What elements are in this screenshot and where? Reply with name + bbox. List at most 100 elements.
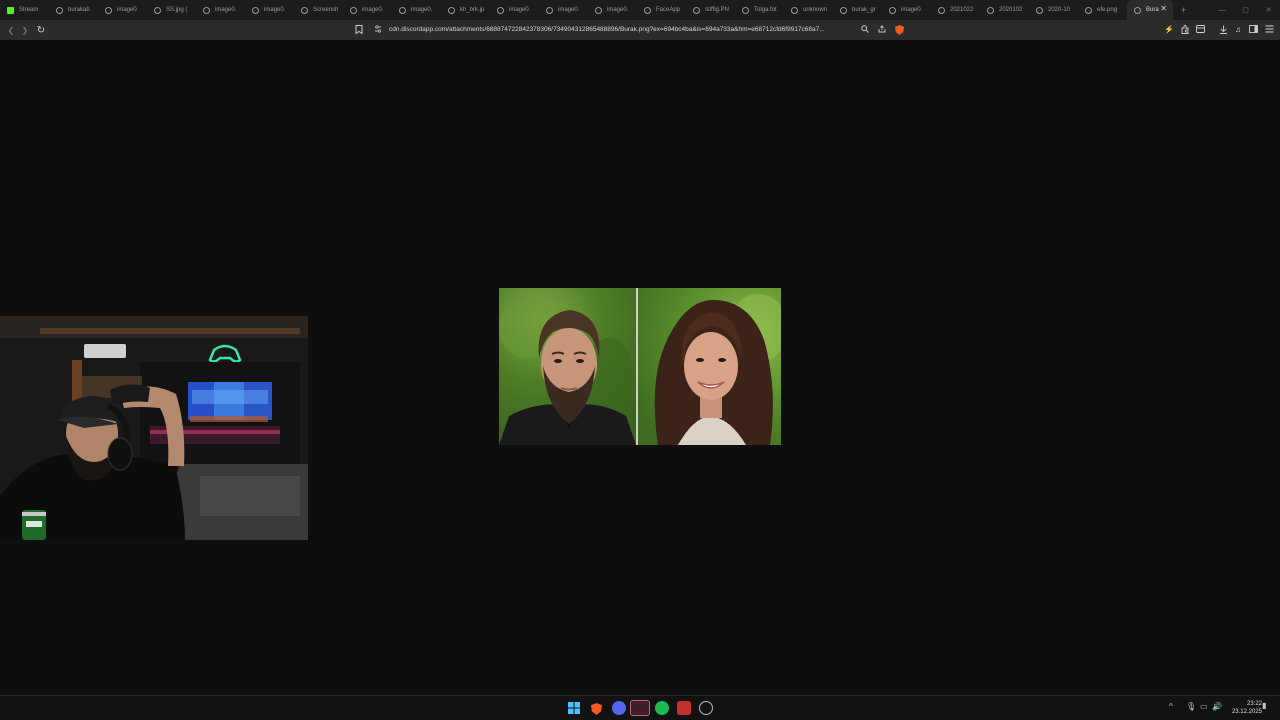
tab-5[interactable]: image0. — [245, 0, 294, 20]
tab-18[interactable]: image0. — [882, 0, 931, 20]
tab-close-button[interactable]: ✕ — [1160, 4, 1167, 13]
tab-2[interactable]: image0 — [98, 0, 147, 20]
share-icon[interactable] — [877, 24, 887, 34]
tab-11[interactable]: image0. — [539, 0, 588, 20]
tab-label: efe.png — [1097, 7, 1118, 13]
globe-icon — [448, 6, 455, 14]
tab-label: kh_brk.jp — [460, 7, 485, 13]
tab-label: image0. — [901, 7, 923, 13]
site-info-icon[interactable] — [373, 24, 383, 34]
tab-0[interactable]: Stream — [0, 0, 49, 20]
tab-label: 2020102 — [999, 7, 1023, 13]
system-clock[interactable]: 23:22 23.12.2025 — [1232, 700, 1262, 716]
zoom-icon[interactable] — [860, 24, 870, 34]
brave-shields-icon[interactable] — [895, 25, 904, 35]
media-icon[interactable]: ♫ — [1233, 24, 1243, 34]
maximize-button[interactable]: ▢ — [1234, 0, 1257, 20]
tab-label: burakab — [68, 7, 90, 13]
url-text[interactable]: cdn.discordapp.com/attachments/688874722… — [389, 26, 825, 33]
sidebar-icon[interactable] — [1248, 24, 1258, 34]
portrait-man — [499, 288, 636, 445]
tab-3[interactable]: SS.jpg ( — [147, 0, 196, 20]
displayed-image[interactable] — [499, 288, 781, 445]
tab-label: image0. — [215, 7, 237, 13]
taskbar: ^ 🎙 ▭ 🔊 23:22 23.12.2025 ▮ — [0, 695, 1280, 720]
browser-toolbar: ❮ ❯ ↻ cdn.discordapp.com/attachments/688… — [0, 20, 1280, 40]
tab-strip: Stream burakab image0 SS.jpg (image0. image0… — [0, 0, 1280, 20]
globe-icon — [889, 6, 896, 14]
stream-app-taskbar-icon[interactable] — [677, 701, 691, 715]
globe-icon — [644, 6, 651, 14]
start-button[interactable] — [567, 701, 581, 715]
wallet-icon[interactable] — [1195, 24, 1205, 34]
tab-label: 2020-10 — [1048, 7, 1071, 13]
tab-label: Screensh — [313, 7, 339, 13]
tab-label: image0 — [117, 7, 137, 13]
window-close-button[interactable]: ✕ — [1257, 0, 1280, 20]
tab-label: 2021022 — [950, 7, 974, 13]
tab-13[interactable]: FaceApp — [637, 0, 686, 20]
microphone-icon[interactable]: 🎙 — [1186, 702, 1196, 711]
app-taskbar-icon-active[interactable] — [630, 700, 650, 716]
tab-4[interactable]: image0. — [196, 0, 245, 20]
tab-23[interactable]: Bura ✕ — [1127, 0, 1173, 20]
globe-icon — [791, 6, 798, 14]
globe-icon — [105, 6, 112, 14]
globe-icon — [154, 6, 161, 14]
bookmark-icon[interactable] — [354, 24, 364, 34]
notification-icon[interactable]: ▮ — [1262, 701, 1266, 710]
tab-label: burak_gr — [852, 7, 876, 13]
globe-icon — [399, 6, 406, 14]
tab-9[interactable]: kh_brk.jp — [441, 0, 490, 20]
download-icon[interactable] — [1218, 24, 1228, 34]
tab-16[interactable]: unknown — [784, 0, 833, 20]
new-tab-button[interactable]: + — [1181, 5, 1186, 15]
tab-17[interactable]: burak_gr — [833, 0, 882, 20]
tab-label: stiffig.PN — [705, 7, 729, 13]
back-button[interactable]: ❮ — [4, 23, 18, 37]
discord-taskbar-icon[interactable] — [612, 701, 626, 715]
globe-icon — [938, 6, 945, 14]
tab-7[interactable]: image0. — [343, 0, 392, 20]
minimize-button[interactable]: — — [1211, 0, 1234, 20]
kick-icon — [7, 6, 14, 14]
reload-button[interactable]: ↻ — [34, 23, 48, 37]
extensions-puzzle-icon[interactable] — [1180, 24, 1190, 34]
tab-label: Bura — [1146, 7, 1159, 13]
tab-6[interactable]: Screensh — [294, 0, 343, 20]
globe-icon — [595, 6, 602, 14]
menu-icon[interactable] — [1264, 24, 1274, 34]
webcam-overlay — [0, 316, 308, 540]
tab-20[interactable]: 2020102 — [980, 0, 1029, 20]
globe-icon — [693, 6, 700, 14]
tab-label: image0. — [411, 7, 433, 13]
settings-taskbar-icon[interactable] — [699, 701, 713, 715]
globe-icon — [1134, 6, 1141, 14]
tab-label: SS.jpg ( — [166, 7, 188, 13]
forward-button[interactable]: ❯ — [18, 23, 32, 37]
spotify-taskbar-icon[interactable] — [655, 701, 669, 715]
volume-icon[interactable]: 🔊 — [1212, 702, 1222, 711]
clock-date: 23.12.2025 — [1231, 709, 1262, 715]
tab-1[interactable]: burakab — [49, 0, 98, 20]
tab-label: image0. — [264, 7, 286, 13]
tab-21[interactable]: 2020-10 — [1029, 0, 1078, 20]
globe-icon — [840, 6, 847, 14]
window-controls: — ▢ ✕ — [1211, 0, 1280, 20]
tab-label: image0. — [509, 7, 531, 13]
tab-15[interactable]: Tolga.fot — [735, 0, 784, 20]
display-icon[interactable]: ▭ — [1200, 702, 1208, 711]
tab-22[interactable]: efe.png — [1078, 0, 1127, 20]
tray-chevron-icon[interactable]: ^ — [1169, 702, 1173, 711]
tab-19[interactable]: 2021022 — [931, 0, 980, 20]
portrait-woman — [638, 288, 781, 445]
tab-14[interactable]: stiffig.PN — [686, 0, 735, 20]
tab-8[interactable]: image0. — [392, 0, 441, 20]
extension-icon[interactable]: ⚡ — [1164, 24, 1174, 34]
globe-icon — [987, 6, 994, 14]
globe-icon — [1036, 6, 1043, 14]
brave-taskbar-icon[interactable] — [591, 703, 602, 715]
tab-10[interactable]: image0. — [490, 0, 539, 20]
tab-12[interactable]: image0. — [588, 0, 637, 20]
tab-label: Stream — [19, 7, 39, 13]
